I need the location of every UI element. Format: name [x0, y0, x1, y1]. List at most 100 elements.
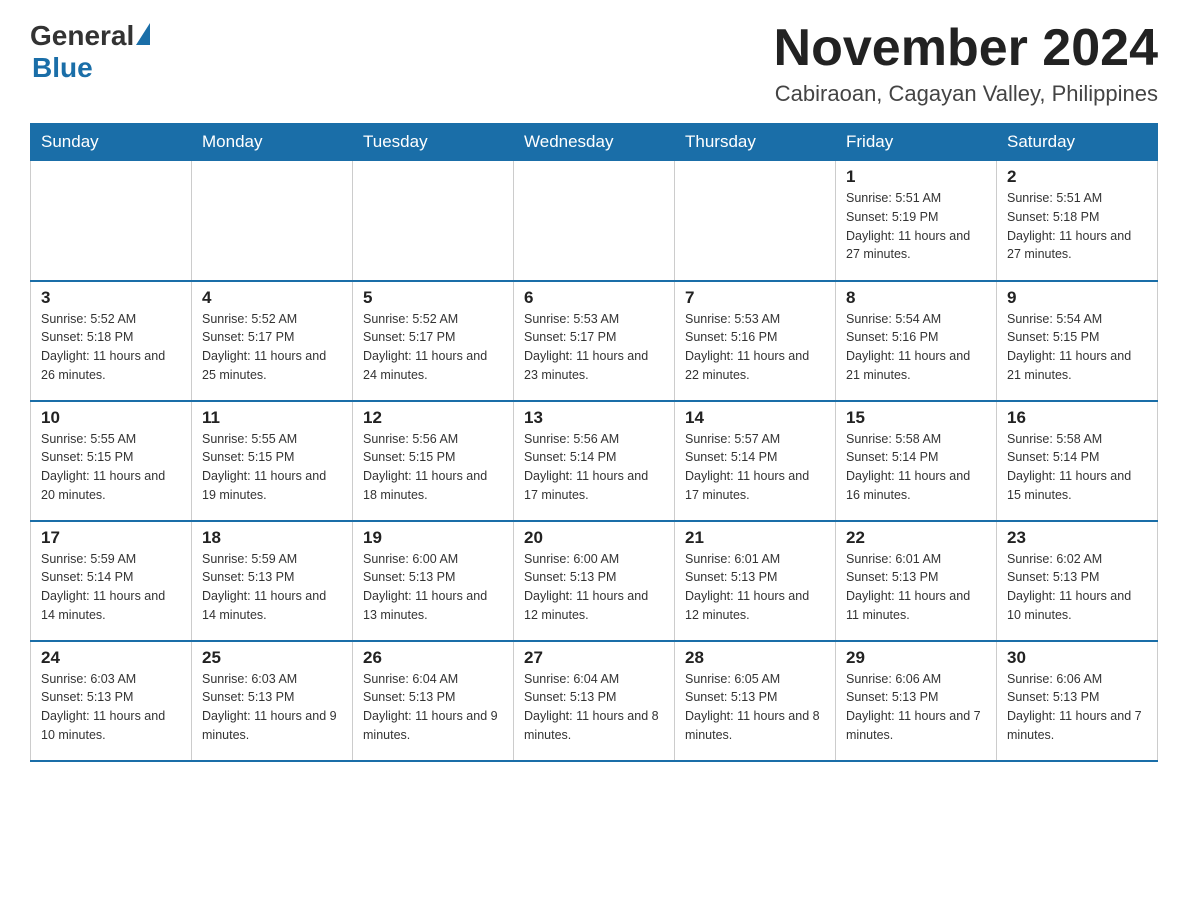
calendar-cell: 2Sunrise: 5:51 AM Sunset: 5:18 PM Daylig…: [997, 161, 1158, 281]
day-info: Sunrise: 6:02 AM Sunset: 5:13 PM Dayligh…: [1007, 550, 1147, 625]
day-number: 12: [363, 408, 503, 428]
month-title: November 2024: [774, 20, 1158, 77]
logo-triangle-icon: [136, 23, 150, 45]
day-info: Sunrise: 5:52 AM Sunset: 5:17 PM Dayligh…: [202, 310, 342, 385]
day-number: 16: [1007, 408, 1147, 428]
day-info: Sunrise: 5:59 AM Sunset: 5:14 PM Dayligh…: [41, 550, 181, 625]
calendar-cell: 17Sunrise: 5:59 AM Sunset: 5:14 PM Dayli…: [31, 521, 192, 641]
day-number: 23: [1007, 528, 1147, 548]
calendar-cell: 12Sunrise: 5:56 AM Sunset: 5:15 PM Dayli…: [353, 401, 514, 521]
day-info: Sunrise: 6:06 AM Sunset: 5:13 PM Dayligh…: [846, 670, 986, 745]
calendar-cell: 27Sunrise: 6:04 AM Sunset: 5:13 PM Dayli…: [514, 641, 675, 761]
day-number: 19: [363, 528, 503, 548]
day-info: Sunrise: 6:01 AM Sunset: 5:13 PM Dayligh…: [685, 550, 825, 625]
calendar-cell: 11Sunrise: 5:55 AM Sunset: 5:15 PM Dayli…: [192, 401, 353, 521]
calendar-cell: 28Sunrise: 6:05 AM Sunset: 5:13 PM Dayli…: [675, 641, 836, 761]
day-number: 7: [685, 288, 825, 308]
day-info: Sunrise: 6:00 AM Sunset: 5:13 PM Dayligh…: [524, 550, 664, 625]
day-number: 26: [363, 648, 503, 668]
calendar-cell: [675, 161, 836, 281]
day-number: 4: [202, 288, 342, 308]
day-number: 15: [846, 408, 986, 428]
day-info: Sunrise: 5:57 AM Sunset: 5:14 PM Dayligh…: [685, 430, 825, 505]
calendar-header-saturday: Saturday: [997, 124, 1158, 161]
day-info: Sunrise: 6:03 AM Sunset: 5:13 PM Dayligh…: [202, 670, 342, 745]
calendar-cell: 1Sunrise: 5:51 AM Sunset: 5:19 PM Daylig…: [836, 161, 997, 281]
day-info: Sunrise: 5:51 AM Sunset: 5:19 PM Dayligh…: [846, 189, 986, 264]
day-number: 24: [41, 648, 181, 668]
day-number: 18: [202, 528, 342, 548]
day-info: Sunrise: 5:52 AM Sunset: 5:17 PM Dayligh…: [363, 310, 503, 385]
calendar-cell: 10Sunrise: 5:55 AM Sunset: 5:15 PM Dayli…: [31, 401, 192, 521]
day-number: 22: [846, 528, 986, 548]
calendar-cell: 19Sunrise: 6:00 AM Sunset: 5:13 PM Dayli…: [353, 521, 514, 641]
calendar-week-row: 24Sunrise: 6:03 AM Sunset: 5:13 PM Dayli…: [31, 641, 1158, 761]
day-number: 9: [1007, 288, 1147, 308]
day-info: Sunrise: 6:06 AM Sunset: 5:13 PM Dayligh…: [1007, 670, 1147, 745]
title-block: November 2024 Cabiraoan, Cagayan Valley,…: [774, 20, 1158, 107]
calendar-cell: [31, 161, 192, 281]
calendar-cell: 13Sunrise: 5:56 AM Sunset: 5:14 PM Dayli…: [514, 401, 675, 521]
day-info: Sunrise: 5:55 AM Sunset: 5:15 PM Dayligh…: [41, 430, 181, 505]
calendar-cell: 20Sunrise: 6:00 AM Sunset: 5:13 PM Dayli…: [514, 521, 675, 641]
calendar-cell: 24Sunrise: 6:03 AM Sunset: 5:13 PM Dayli…: [31, 641, 192, 761]
day-info: Sunrise: 6:00 AM Sunset: 5:13 PM Dayligh…: [363, 550, 503, 625]
calendar-cell: 16Sunrise: 5:58 AM Sunset: 5:14 PM Dayli…: [997, 401, 1158, 521]
calendar-cell: 8Sunrise: 5:54 AM Sunset: 5:16 PM Daylig…: [836, 281, 997, 401]
calendar-week-row: 17Sunrise: 5:59 AM Sunset: 5:14 PM Dayli…: [31, 521, 1158, 641]
day-info: Sunrise: 5:51 AM Sunset: 5:18 PM Dayligh…: [1007, 189, 1147, 264]
calendar-cell: 25Sunrise: 6:03 AM Sunset: 5:13 PM Dayli…: [192, 641, 353, 761]
day-number: 14: [685, 408, 825, 428]
day-number: 2: [1007, 167, 1147, 187]
day-number: 29: [846, 648, 986, 668]
calendar-cell: 21Sunrise: 6:01 AM Sunset: 5:13 PM Dayli…: [675, 521, 836, 641]
calendar-cell: 6Sunrise: 5:53 AM Sunset: 5:17 PM Daylig…: [514, 281, 675, 401]
calendar-cell: 22Sunrise: 6:01 AM Sunset: 5:13 PM Dayli…: [836, 521, 997, 641]
day-info: Sunrise: 6:04 AM Sunset: 5:13 PM Dayligh…: [524, 670, 664, 745]
day-number: 28: [685, 648, 825, 668]
calendar-week-row: 10Sunrise: 5:55 AM Sunset: 5:15 PM Dayli…: [31, 401, 1158, 521]
day-info: Sunrise: 5:56 AM Sunset: 5:15 PM Dayligh…: [363, 430, 503, 505]
day-info: Sunrise: 5:59 AM Sunset: 5:13 PM Dayligh…: [202, 550, 342, 625]
calendar-cell: 15Sunrise: 5:58 AM Sunset: 5:14 PM Dayli…: [836, 401, 997, 521]
day-number: 25: [202, 648, 342, 668]
day-info: Sunrise: 5:58 AM Sunset: 5:14 PM Dayligh…: [1007, 430, 1147, 505]
day-number: 27: [524, 648, 664, 668]
calendar-header-sunday: Sunday: [31, 124, 192, 161]
day-info: Sunrise: 5:53 AM Sunset: 5:16 PM Dayligh…: [685, 310, 825, 385]
day-number: 11: [202, 408, 342, 428]
location-text: Cabiraoan, Cagayan Valley, Philippines: [774, 81, 1158, 107]
calendar-week-row: 1Sunrise: 5:51 AM Sunset: 5:19 PM Daylig…: [31, 161, 1158, 281]
page-header: General Blue November 2024 Cabiraoan, Ca…: [30, 20, 1158, 107]
day-number: 1: [846, 167, 986, 187]
calendar-cell: 5Sunrise: 5:52 AM Sunset: 5:17 PM Daylig…: [353, 281, 514, 401]
day-info: Sunrise: 6:03 AM Sunset: 5:13 PM Dayligh…: [41, 670, 181, 745]
day-number: 17: [41, 528, 181, 548]
logo-general-text: General: [30, 20, 134, 52]
calendar-cell: [192, 161, 353, 281]
day-number: 30: [1007, 648, 1147, 668]
calendar-cell: 7Sunrise: 5:53 AM Sunset: 5:16 PM Daylig…: [675, 281, 836, 401]
calendar-week-row: 3Sunrise: 5:52 AM Sunset: 5:18 PM Daylig…: [31, 281, 1158, 401]
day-number: 5: [363, 288, 503, 308]
calendar-header-thursday: Thursday: [675, 124, 836, 161]
calendar-header-tuesday: Tuesday: [353, 124, 514, 161]
logo: General Blue: [30, 20, 150, 84]
day-number: 10: [41, 408, 181, 428]
calendar-cell: [353, 161, 514, 281]
calendar-cell: 29Sunrise: 6:06 AM Sunset: 5:13 PM Dayli…: [836, 641, 997, 761]
calendar-header-wednesday: Wednesday: [514, 124, 675, 161]
day-info: Sunrise: 5:54 AM Sunset: 5:15 PM Dayligh…: [1007, 310, 1147, 385]
calendar-cell: [514, 161, 675, 281]
day-number: 3: [41, 288, 181, 308]
calendar-cell: 26Sunrise: 6:04 AM Sunset: 5:13 PM Dayli…: [353, 641, 514, 761]
calendar-header-row: SundayMondayTuesdayWednesdayThursdayFrid…: [31, 124, 1158, 161]
day-number: 20: [524, 528, 664, 548]
day-number: 21: [685, 528, 825, 548]
calendar-cell: 30Sunrise: 6:06 AM Sunset: 5:13 PM Dayli…: [997, 641, 1158, 761]
day-info: Sunrise: 5:52 AM Sunset: 5:18 PM Dayligh…: [41, 310, 181, 385]
day-info: Sunrise: 5:58 AM Sunset: 5:14 PM Dayligh…: [846, 430, 986, 505]
calendar-cell: 14Sunrise: 5:57 AM Sunset: 5:14 PM Dayli…: [675, 401, 836, 521]
day-number: 6: [524, 288, 664, 308]
day-info: Sunrise: 5:55 AM Sunset: 5:15 PM Dayligh…: [202, 430, 342, 505]
